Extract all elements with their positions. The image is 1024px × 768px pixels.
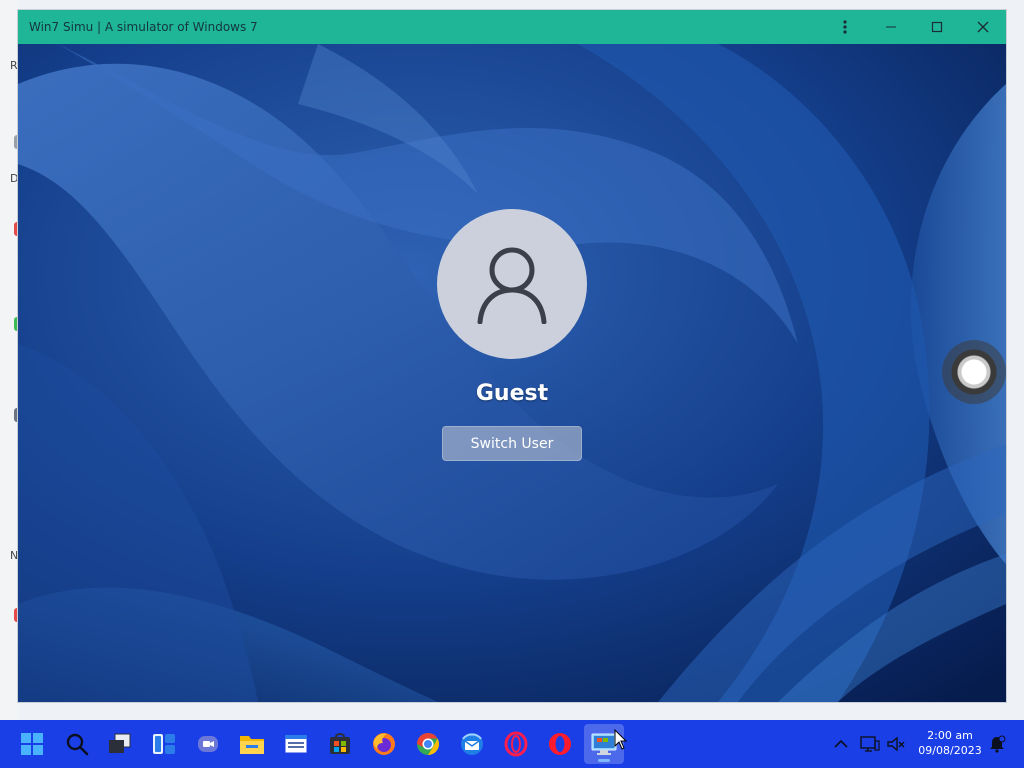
login-screen: Guest Switch User (18, 44, 1006, 702)
avatar[interactable] (437, 209, 587, 359)
firefox-button[interactable] (364, 724, 404, 764)
title-bar[interactable]: Win7 Simu | A simulator of Windows 7 (18, 10, 1006, 44)
chrome-button[interactable] (408, 724, 448, 764)
switch-user-button[interactable]: Switch User (442, 426, 582, 461)
chat-button[interactable] (188, 724, 228, 764)
maximize-icon (931, 21, 943, 33)
notification-button[interactable] (986, 720, 1008, 768)
user-name: Guest (475, 381, 549, 406)
firefox-icon (373, 733, 395, 755)
start-icon (21, 733, 43, 755)
minimize-icon (886, 26, 896, 28)
search-button[interactable] (57, 724, 97, 764)
widgets-icon (153, 734, 175, 754)
widgets-button[interactable] (144, 724, 184, 764)
search-icon (66, 733, 89, 756)
notepad-button[interactable] (276, 724, 316, 764)
taskbar: 2:00 am 09/08/2023 (0, 720, 1024, 768)
window-title: Win7 Simu | A simulator of Windows 7 (29, 20, 258, 34)
start-button[interactable] (12, 724, 52, 764)
volume-muted-icon (887, 736, 905, 752)
network-icon (860, 736, 880, 752)
minimize-button[interactable] (868, 10, 914, 44)
opera-button[interactable] (540, 724, 580, 764)
desktop-peek-letter: R (10, 59, 18, 72)
app-window: Win7 Simu | A simulator of Windows 7 Gue… (18, 10, 1006, 702)
clock-date: 09/08/2023 (918, 744, 982, 757)
opera-gx-button[interactable] (496, 724, 536, 764)
opera-gx-icon (504, 731, 528, 757)
mouse-cursor-icon (614, 729, 628, 750)
close-button[interactable] (960, 10, 1006, 44)
chrome-icon (417, 733, 439, 755)
close-icon (977, 21, 989, 33)
chat-icon (198, 736, 218, 752)
more-button[interactable] (822, 10, 868, 44)
store-icon (330, 733, 350, 754)
notification-icon (990, 735, 1006, 753)
user-icon (477, 247, 547, 324)
opera-icon (549, 733, 571, 755)
notepad-icon (284, 734, 308, 754)
desktop-background: R D N (0, 0, 20, 720)
chevron-up-icon (834, 739, 848, 748)
file-explorer-icon (240, 736, 264, 754)
store-button[interactable] (320, 724, 360, 764)
show-hidden-icons-button[interactable] (830, 720, 852, 768)
assistive-touch-button[interactable] (942, 340, 1006, 404)
desktop-peek-letter: N (10, 549, 19, 562)
more-icon (843, 20, 847, 34)
task-view-button[interactable] (100, 724, 140, 764)
file-explorer-button[interactable] (232, 724, 272, 764)
thunderbird-icon (461, 733, 483, 755)
clock[interactable]: 2:00 am 09/08/2023 (914, 728, 986, 758)
network-button[interactable] (858, 720, 882, 768)
volume-button[interactable] (884, 720, 908, 768)
maximize-button[interactable] (914, 10, 960, 44)
thunderbird-button[interactable] (452, 724, 492, 764)
task-view-icon (109, 733, 131, 753)
clock-time: 2:00 am (927, 729, 973, 742)
